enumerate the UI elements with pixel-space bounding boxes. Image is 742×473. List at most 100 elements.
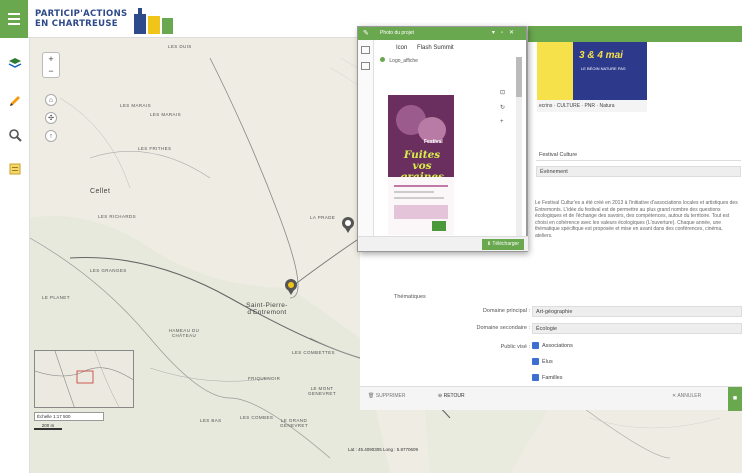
map-label: Saint-Pierre-d'Entremont bbox=[246, 302, 288, 316]
download-label: Télécharger bbox=[492, 241, 519, 247]
chevron-down-icon[interactable]: ▾ bbox=[492, 30, 501, 36]
return-label: RETOUR bbox=[443, 393, 465, 399]
secondary-domain-select[interactable]: Écologie bbox=[532, 323, 742, 334]
logo-line-2: EN CHARTREUSE bbox=[35, 19, 118, 29]
popup-footer: ⬇ Télécharger bbox=[358, 236, 528, 251]
search-icon[interactable] bbox=[6, 126, 24, 144]
file-name: Logo_affiche bbox=[389, 58, 418, 64]
return-button[interactable]: ⊖ RETOUR bbox=[438, 393, 465, 399]
tab-flash-summit[interactable]: Flash Summit bbox=[417, 45, 454, 51]
public-checkbox-familles[interactable]: Familles bbox=[532, 374, 562, 381]
pencil-icon[interactable] bbox=[6, 92, 24, 110]
logo-line-1: PARTICIP'ACTIONS bbox=[35, 9, 128, 19]
map-label: LES MARAIS bbox=[150, 112, 182, 117]
zoom-in-button[interactable]: + bbox=[43, 53, 59, 65]
section-title: Thématiques bbox=[394, 294, 426, 300]
tab-icon[interactable]: Icon bbox=[396, 45, 407, 51]
checkbox-label: Familles bbox=[542, 374, 563, 381]
public-label: Public visé : bbox=[500, 344, 530, 350]
popup-body: Icon Flash Summit Logo_affiche bbox=[380, 45, 520, 64]
public-checkbox-elus[interactable]: Élus bbox=[532, 358, 553, 365]
popup-sidebar bbox=[358, 40, 374, 238]
file-entry[interactable]: Logo_affiche bbox=[380, 57, 520, 64]
north-arrow-icon[interactable]: ↑ bbox=[45, 130, 57, 142]
poster-top-text: Festival bbox=[424, 139, 443, 145]
popup-tabs: Icon Flash Summit bbox=[396, 45, 520, 51]
scale-bar: 200 m bbox=[34, 423, 62, 430]
cancel-button[interactable]: ✕ ANNULER bbox=[672, 393, 701, 399]
map-label: LES MARAIS bbox=[120, 103, 152, 108]
file-status-icon bbox=[380, 57, 385, 62]
banner-accent bbox=[537, 42, 573, 100]
map-label: LES BAS bbox=[200, 418, 222, 423]
map-marker-icon[interactable] bbox=[283, 278, 299, 296]
coordinate-readout: Lat : 45.4090305 Long : 5.8770609 bbox=[348, 447, 419, 452]
popup-title-bar[interactable]: ✎ Photo du projet ▾▫✕ bbox=[358, 27, 526, 40]
scale-text: Échelle 1:17 500 bbox=[34, 412, 104, 421]
overview-minimap[interactable] bbox=[34, 350, 134, 408]
public-checkbox-associations[interactable]: Associations bbox=[532, 342, 573, 349]
panel-action-bar: 🗑 SUPPRIMER ⊖ RETOUR ✕ ANNULER ■ bbox=[360, 386, 742, 411]
map-label: LES FRITHES bbox=[138, 146, 172, 151]
banner-text: 3 & 4 mai bbox=[579, 50, 623, 61]
secondary-domain-label: Domaine secondaire : bbox=[476, 325, 530, 331]
poster-tools: ⊡ ↻ + bbox=[500, 89, 508, 149]
map-label: LE MONT GENEVRET bbox=[308, 386, 336, 396]
map-label: LES COMBETTES bbox=[292, 350, 335, 355]
hamburger-icon-line bbox=[8, 13, 20, 15]
hamburger-icon-line bbox=[8, 23, 20, 25]
maximize-icon[interactable]: ▫ bbox=[501, 30, 509, 36]
rotate-icon[interactable]: ↻ bbox=[500, 104, 508, 111]
delete-label: SUPPRIMER bbox=[375, 393, 406, 399]
project-banner-image: 3 & 4 mai LE BÉOIN NATURE PAS bbox=[537, 42, 647, 100]
home-icon[interactable]: ⌂ bbox=[45, 94, 57, 106]
app-logo-text: PARTICIP'ACTIONS EN CHARTREUSE bbox=[35, 9, 127, 29]
themes-section: Thématiques Domaine principal : Art-géog… bbox=[360, 252, 742, 386]
zoom-out-button[interactable]: − bbox=[43, 65, 59, 77]
delete-button[interactable]: 🗑 SUPPRIMER bbox=[368, 393, 405, 399]
poster-info-block bbox=[388, 177, 454, 235]
menu-button[interactable] bbox=[0, 0, 28, 38]
gallery-icon[interactable] bbox=[361, 62, 370, 70]
compass-icon[interactable]: ✣ bbox=[45, 112, 57, 124]
checkbox-checked-icon bbox=[532, 374, 539, 381]
hamburger-icon-line bbox=[8, 18, 20, 20]
map-label: LES GRANGES bbox=[90, 268, 127, 273]
panel-header bbox=[528, 26, 742, 42]
domain-label: Domaine principal : bbox=[482, 308, 530, 314]
popup-title: Photo du projet bbox=[380, 30, 414, 36]
checkbox-label: Associations bbox=[542, 342, 573, 349]
map-label: FRIQUENOIR bbox=[248, 376, 281, 381]
map-label: Cellet bbox=[90, 188, 111, 195]
logo-icon bbox=[134, 8, 173, 34]
domain-select[interactable]: Art-géographie bbox=[532, 306, 742, 317]
map-label: LES RICHARDS bbox=[98, 214, 137, 219]
edit-icon: ✎ bbox=[363, 30, 369, 37]
scale-widget: Échelle 1:17 500 200 m bbox=[34, 412, 134, 434]
image-icon[interactable] bbox=[361, 46, 370, 54]
layers-icon[interactable] bbox=[6, 54, 24, 72]
save-button[interactable]: ■ bbox=[728, 387, 742, 411]
download-button[interactable]: ⬇ Télécharger bbox=[481, 239, 524, 250]
poster-image[interactable]: Festival Fuites vos graines bbox=[388, 95, 454, 235]
cancel-label: ANNULER bbox=[677, 393, 702, 399]
window-controls: ▾▫✕ bbox=[492, 27, 520, 40]
banner-subtext: LE BÉOIN NATURE PAS bbox=[581, 66, 626, 71]
zoom-control: + − bbox=[42, 52, 60, 78]
map-label: LES COMBES bbox=[240, 415, 274, 420]
app-root: PARTICIP'ACTIONS EN CHARTREUSE LES DUIS … bbox=[0, 0, 742, 473]
checkbox-checked-icon bbox=[532, 358, 539, 365]
popup-scrollbar[interactable] bbox=[516, 57, 522, 237]
add-icon[interactable]: + bbox=[500, 119, 508, 125]
map-marker-icon[interactable] bbox=[340, 216, 356, 234]
map-label: LE PLANET bbox=[42, 295, 70, 300]
document-icon[interactable] bbox=[6, 160, 24, 178]
project-type-field[interactable]: Évènement bbox=[536, 166, 741, 177]
close-icon[interactable]: ✕ bbox=[509, 30, 520, 36]
crop-icon[interactable]: ⊡ bbox=[500, 89, 508, 96]
map-label: LA PRADE bbox=[310, 215, 336, 220]
left-toolbar bbox=[0, 38, 30, 473]
project-description[interactable]: Le Festival Cultur'es a été créé en 2013… bbox=[535, 200, 741, 240]
checkbox-label: Élus bbox=[542, 358, 553, 365]
project-name-field[interactable]: Festival Culture bbox=[536, 150, 741, 161]
